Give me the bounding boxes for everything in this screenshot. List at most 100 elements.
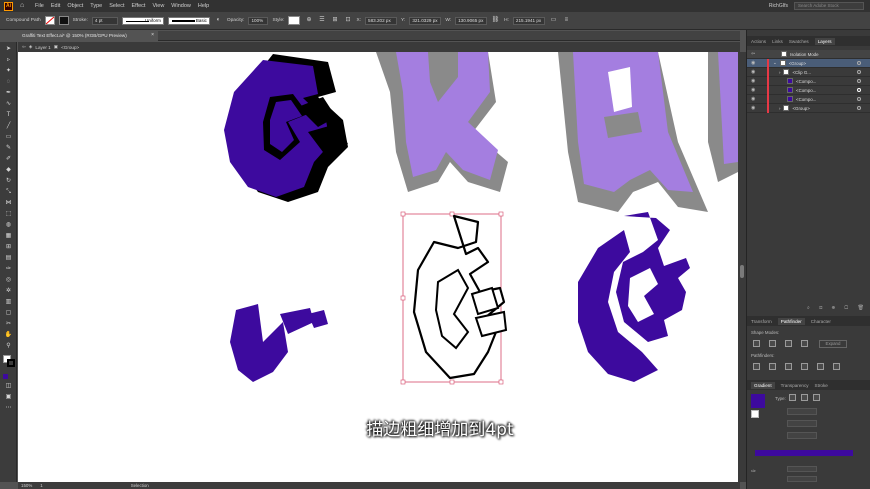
graffiti-g-outline-selected[interactable]: [400, 211, 508, 385]
layer-name[interactable]: <Compo...: [796, 79, 816, 84]
direct-selection-tool-icon[interactable]: ▹: [4, 56, 13, 64]
variable-width-profile-dropdown[interactable]: Uniform: [121, 16, 164, 25]
tab-gradient[interactable]: Gradient: [751, 381, 775, 389]
curvature-tool-icon[interactable]: ∿: [4, 100, 13, 108]
edit-toolbar-icon[interactable]: ⋯: [4, 404, 13, 412]
menu-help[interactable]: Help: [198, 3, 209, 9]
visibility-eye-icon[interactable]: ◉: [751, 87, 757, 93]
gradient-angle-input[interactable]: [787, 420, 817, 427]
graphic-style-swatch[interactable]: [288, 16, 301, 25]
graffiti-g-fragment[interactable]: [230, 304, 328, 382]
home-icon[interactable]: ⌂: [20, 2, 28, 10]
layer-name[interactable]: <Clip G...: [792, 70, 810, 75]
layer-row[interactable]: ◉ <Compo...: [747, 94, 870, 104]
align-icon[interactable]: ☰: [317, 16, 326, 25]
back-arrow-icon[interactable]: ⇦: [22, 44, 26, 50]
gradient-stroke-options[interactable]: [787, 408, 817, 415]
scale-tool-icon[interactable]: ⤡: [4, 188, 13, 196]
zoom-level[interactable]: 150%: [21, 483, 32, 488]
lasso-tool-icon[interactable]: ◌: [4, 78, 13, 86]
tab-swatches[interactable]: Swatches: [789, 39, 809, 44]
stroke-swatch[interactable]: [58, 16, 69, 25]
reference-point-icon[interactable]: ⊡: [343, 16, 352, 25]
intersect-icon[interactable]: [785, 340, 792, 347]
target-circle-icon[interactable]: [857, 61, 861, 65]
trim-icon[interactable]: [769, 363, 776, 370]
layers-footer-icons[interactable]: ⌕ ⊡ ⊕ ▢ 🗑: [807, 305, 868, 311]
expand-chevron-icon[interactable]: ›: [779, 70, 780, 75]
tab-transform[interactable]: Transform: [751, 319, 772, 324]
tab-character[interactable]: Character: [811, 319, 831, 324]
menu-select[interactable]: Select: [109, 3, 124, 9]
layer-row[interactable]: ◉ › <Group>: [747, 103, 870, 113]
visibility-eye-icon[interactable]: ◉: [751, 69, 757, 75]
document-tab[interactable]: Graffiti Text Effect.ai* @ 150% (RGB/GPU…: [18, 31, 158, 41]
drawing-modes-icon[interactable]: ◫: [4, 382, 13, 390]
layer-row[interactable]: ◉ <Compo...: [747, 76, 870, 86]
magic-wand-tool-icon[interactable]: ✦: [4, 67, 13, 75]
linear-gradient-icon[interactable]: [789, 394, 796, 401]
expand-chevron-icon[interactable]: ⌄: [773, 60, 777, 66]
symbol-sprayer-tool-icon[interactable]: ✲: [4, 287, 13, 295]
stock-search-input[interactable]: Search Adobe Stock: [794, 2, 864, 10]
merge-icon[interactable]: [785, 363, 792, 370]
expand-button[interactable]: Expand: [819, 340, 847, 348]
isolation-row[interactable]: ⇦ Isolation Mode: [747, 50, 870, 59]
outline-icon[interactable]: [817, 363, 824, 370]
target-circle-icon[interactable]: [857, 79, 861, 83]
menu-type[interactable]: Type: [90, 3, 102, 9]
gradient-slider[interactable]: [755, 450, 853, 456]
tab-transparency[interactable]: Transparency: [781, 383, 809, 388]
layer-name[interactable]: <Compo...: [796, 97, 816, 102]
screen-mode-icon[interactable]: ▣: [4, 393, 13, 401]
width-tool-icon[interactable]: ⋈: [4, 199, 13, 207]
x-input[interactable]: 583.202 px: [365, 16, 398, 25]
graffiti-g-large[interactable]: [224, 54, 348, 202]
shape-properties-icon[interactable]: ▭: [549, 16, 558, 25]
shaper-tool-icon[interactable]: ✐: [4, 155, 13, 163]
eyedropper-tool-icon[interactable]: ✑: [4, 265, 13, 273]
eraser-tool-icon[interactable]: ◆: [4, 166, 13, 174]
opacity-label[interactable]: Opacity:: [227, 18, 245, 23]
constrain-proportions-icon[interactable]: ⛓: [491, 16, 500, 25]
freeform-gradient-icon[interactable]: [813, 394, 820, 401]
selection-tool-icon[interactable]: ➤: [4, 45, 13, 53]
visibility-eye-icon[interactable]: ◉: [751, 105, 757, 111]
layer-name[interactable]: <Group>: [789, 61, 806, 66]
fill-swatch[interactable]: [44, 16, 55, 25]
graph-tool-icon[interactable]: ▥: [4, 298, 13, 306]
transform-icon[interactable]: ⊞: [330, 16, 339, 25]
line-tool-icon[interactable]: ╱: [4, 122, 13, 130]
visibility-eye-icon[interactable]: ◉: [751, 96, 757, 102]
radial-gradient-icon[interactable]: [801, 394, 808, 401]
rectangle-tool-icon[interactable]: ▭: [4, 133, 13, 141]
opacity-input[interactable]: 100%: [248, 16, 269, 25]
hand-tool-icon[interactable]: ✋: [4, 331, 13, 339]
menu-view[interactable]: View: [152, 3, 164, 9]
graffiti-g-purple[interactable]: [578, 212, 690, 382]
gradient-tool-icon[interactable]: ▤: [4, 254, 13, 262]
target-circle-icon[interactable]: [857, 88, 861, 92]
tab-links[interactable]: Links: [772, 39, 783, 44]
scrollbar-thumb[interactable]: [740, 265, 744, 278]
type-tool-icon[interactable]: T: [4, 111, 13, 119]
rotate-tool-icon[interactable]: ↻: [4, 177, 13, 185]
stroke-color-icon[interactable]: [7, 359, 15, 367]
layer-row[interactable]: ◉ ⌄ <Group>: [747, 58, 870, 68]
unite-icon[interactable]: [753, 340, 760, 347]
gradient-opacity-input[interactable]: [787, 466, 817, 472]
tab-pathfinder[interactable]: Pathfinder: [777, 317, 805, 325]
menu-edit[interactable]: Edit: [51, 3, 60, 9]
gradient-stroke-swatch[interactable]: [751, 410, 759, 418]
visibility-eye-icon[interactable]: ◉: [751, 60, 757, 66]
color-mode-icon[interactable]: [3, 374, 8, 379]
layer-row[interactable]: ◉ › <Clip G...: [747, 67, 870, 77]
graffiti-r[interactable]: [376, 52, 508, 192]
vertical-scrollbar[interactable]: [738, 52, 746, 482]
close-icon[interactable]: ×: [151, 32, 154, 38]
target-circle-icon[interactable]: [857, 97, 861, 101]
page-number[interactable]: 1: [40, 483, 42, 488]
minus-front-icon[interactable]: [769, 340, 776, 347]
tab-actions[interactable]: Actions: [751, 39, 766, 44]
w-input[interactable]: 130.9065 px: [455, 16, 488, 25]
